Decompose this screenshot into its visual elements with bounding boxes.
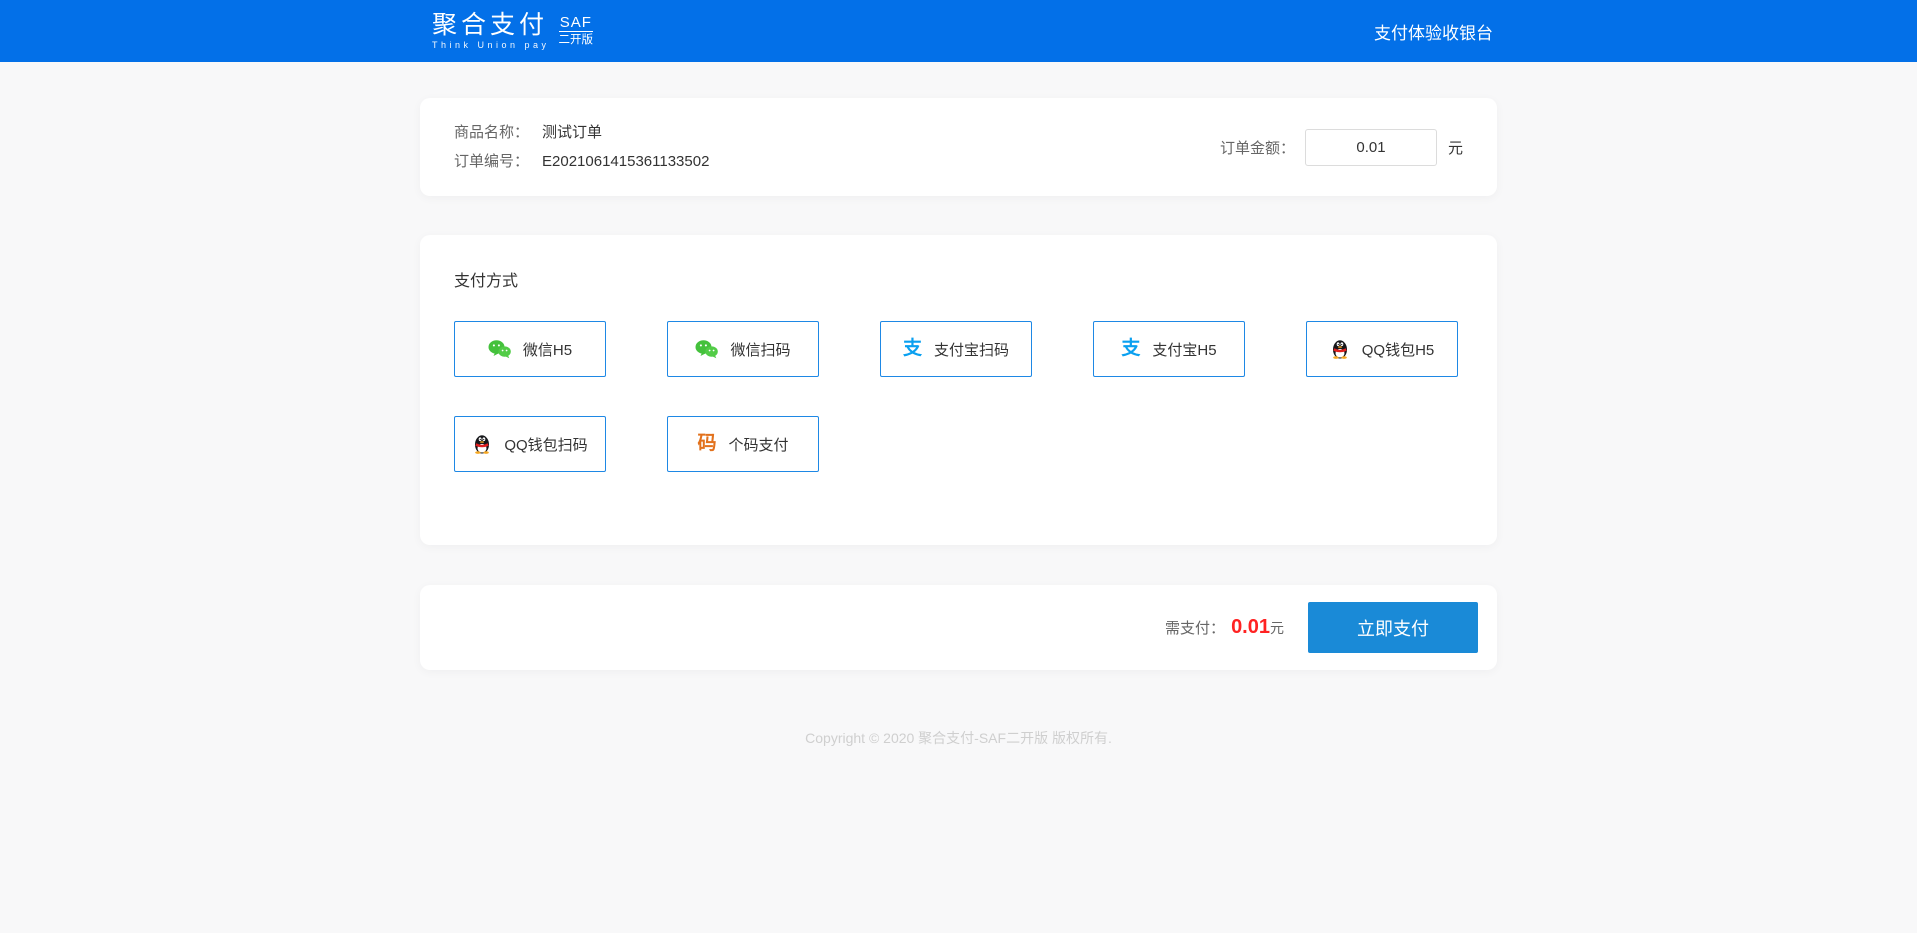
logo-wordmark: 聚合支付 Think Union pay <box>432 12 550 50</box>
order-number-value: E2021061415361133502 <box>542 153 710 170</box>
payment-methods-card: 支付方式 微信H5 微信扫码 支 支付宝扫码 支 支付宝H5 QQ钱包H5 QQ… <box>420 235 1497 545</box>
amount-due: 需支付： 0.01 元 <box>1165 616 1284 639</box>
pay-method-button[interactable]: 支 支付宝扫码 <box>880 321 1032 377</box>
pay-method-label: 微信扫码 <box>730 341 791 359</box>
payment-methods-title: 支付方式 <box>454 273 519 290</box>
qq-icon <box>1330 339 1350 359</box>
order-amount-group: 订单金额： 元 <box>1219 128 1463 166</box>
pay-method-button[interactable]: QQ钱包H5 <box>1306 321 1458 377</box>
copyright-text: Copyright © 2020 聚合支付-SAF二开版 版权所有. <box>805 730 1112 746</box>
amount-due-value: 0.01 <box>1231 616 1270 638</box>
order-amount-input[interactable] <box>1304 128 1437 166</box>
wechat-icon <box>695 339 719 359</box>
payment-methods: 微信H5 微信扫码 支 支付宝扫码 支 支付宝H5 QQ钱包H5 QQ钱包扫码 … <box>454 321 1463 472</box>
product-name-label: 商品名称： <box>454 124 530 141</box>
logo-badge-bottom: 二开版 <box>558 31 594 47</box>
pay-method-button[interactable]: 微信扫码 <box>667 321 819 377</box>
product-name-value: 测试订单 <box>542 124 603 141</box>
pay-method-label: 支付宝H5 <box>1152 341 1217 359</box>
pay-method-button[interactable]: 微信H5 <box>454 321 606 377</box>
order-product-row: 商品名称： 测试订单 <box>454 118 709 147</box>
pay-method-label: 支付宝扫码 <box>934 341 1010 359</box>
pay-method-button[interactable]: QQ钱包扫码 <box>454 416 606 472</box>
pay-now-button[interactable]: 立即支付 <box>1308 602 1478 653</box>
pay-method-label: QQ钱包扫码 <box>504 436 588 454</box>
pay-method-button[interactable]: 码 个码支付 <box>667 416 819 472</box>
order-info-card: 商品名称： 测试订单 订单编号： E2021061415361133502 订单金额… <box>420 98 1497 196</box>
alipay-icon: 支 <box>1121 338 1141 359</box>
order-amount-unit: 元 <box>1447 139 1463 157</box>
pay-method-label: 个码支付 <box>728 436 789 454</box>
logo-version-badge: SAF 二开版 <box>558 14 594 47</box>
logo-subtitle: Think Union pay <box>432 40 550 50</box>
logo: 聚合支付 Think Union pay SAF 二开版 <box>420 12 594 50</box>
amount-due-unit: 元 <box>1270 620 1284 636</box>
alipay-icon: 支 <box>902 338 922 359</box>
pay-bar-card: 需支付： 0.01 元 立即支付 <box>420 585 1497 670</box>
order-details: 商品名称： 测试订单 订单编号： E2021061415361133502 <box>454 118 709 176</box>
order-number-row: 订单编号： E2021061415361133502 <box>454 147 709 176</box>
footer: Copyright © 2020 聚合支付-SAF二开版 版权所有. <box>420 728 1497 918</box>
pay-method-label: QQ钱包H5 <box>1361 341 1435 359</box>
logo-badge-top: SAF <box>559 14 592 31</box>
code-icon: 码 <box>697 433 717 454</box>
order-number-label: 订单编号： <box>454 153 530 170</box>
logo-title: 聚合支付 <box>432 11 549 39</box>
wechat-icon <box>488 339 511 359</box>
pay-method-button[interactable]: 支 支付宝H5 <box>1093 321 1245 377</box>
header: 聚合支付 Think Union pay SAF 二开版 支付体验收银台 <box>0 0 1917 62</box>
page-title: 支付体验收银台 <box>1374 23 1493 43</box>
qq-icon <box>472 434 492 454</box>
amount-due-label: 需支付： <box>1165 620 1226 637</box>
order-amount-label: 订单金额： <box>1219 139 1295 157</box>
pay-method-label: 微信H5 <box>522 341 573 359</box>
